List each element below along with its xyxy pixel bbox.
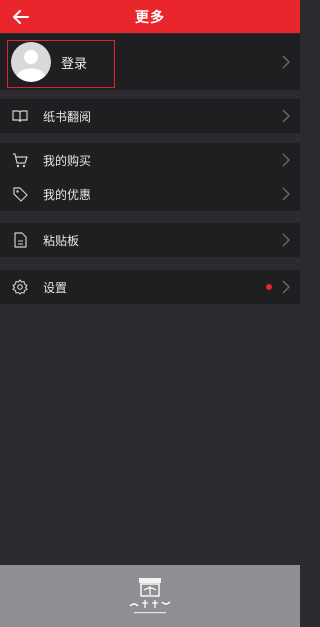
page-title: 更多	[135, 9, 165, 26]
book-open-icon	[12, 108, 28, 124]
arrow-left-icon	[13, 10, 29, 24]
commercial-press-logo	[129, 578, 171, 614]
menu-item-label: 粘贴板	[43, 234, 80, 248]
document-icon	[12, 232, 28, 248]
chevron-right-icon	[282, 280, 290, 294]
gear-icon	[12, 279, 28, 295]
notification-dot	[266, 284, 272, 290]
menu-item-purchases[interactable]: 我的购买	[0, 143, 300, 177]
top-bar: 更多	[0, 0, 300, 33]
back-button[interactable]	[10, 6, 32, 28]
chevron-right-icon	[282, 153, 290, 167]
chevron-right-icon	[282, 187, 290, 201]
chevron-right-icon	[282, 55, 290, 69]
menu-item-paper-book[interactable]: 纸书翻阅	[0, 99, 300, 133]
footer	[0, 565, 300, 627]
menu-item-settings[interactable]: 设置	[0, 270, 300, 304]
menu-item-label: 纸书翻阅	[43, 110, 92, 124]
menu-item-label: 我的购买	[43, 154, 92, 168]
login-label[interactable]: 登录	[61, 53, 87, 72]
tag-icon	[12, 186, 28, 202]
menu-item-label: 设置	[43, 281, 68, 295]
cart-icon	[12, 152, 28, 168]
menu-item-coupons[interactable]: 我的优惠	[0, 177, 300, 211]
menu-item-label: 我的优惠	[43, 188, 92, 202]
chevron-right-icon	[282, 109, 290, 123]
menu-item-clipboard[interactable]: 粘贴板	[0, 223, 300, 257]
chevron-right-icon	[282, 233, 290, 247]
